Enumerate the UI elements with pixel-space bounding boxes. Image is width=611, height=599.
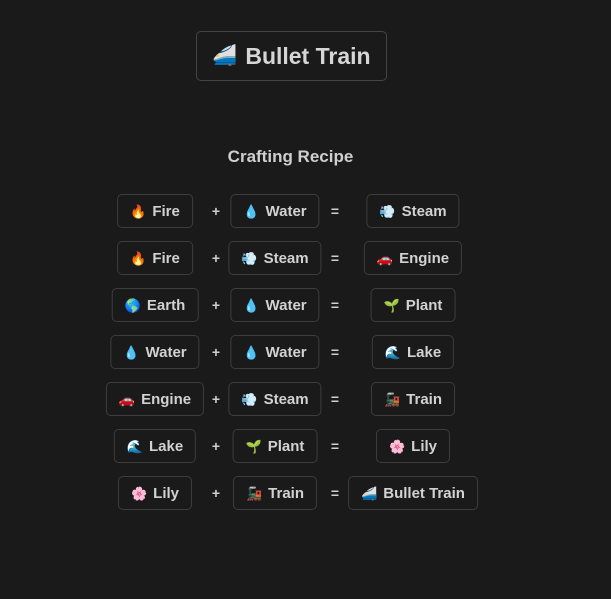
recipe-row: 🌎 Earth + 💧 Water = 🌱 Plant: [0, 288, 611, 322]
ingredient-a-chip[interactable]: 🌎 Earth: [111, 288, 199, 322]
ingredient-a-chip[interactable]: 🚗 Engine: [105, 382, 205, 416]
water-drop-icon: 💧: [123, 344, 140, 360]
steam-icon: 💨: [379, 203, 396, 219]
ingredient-a-chip[interactable]: 🔥 Fire: [117, 241, 193, 275]
element-label: Steam: [263, 390, 309, 408]
recipe-row: 🔥 Fire + 💨 Steam = 🚗 Engine: [0, 241, 611, 275]
element-label: Engine: [399, 249, 450, 267]
recipe-row: 🔥 Fire + 💧 Water = 💨 Steam: [0, 194, 611, 228]
bullet-train-icon: 🚄: [212, 45, 238, 67]
plus-sign: +: [211, 203, 221, 219]
crafting-recipe-heading: Crafting Recipe: [227, 147, 354, 166]
element-label: Lake: [406, 343, 442, 361]
equals-sign: =: [330, 297, 340, 313]
plus-sign: +: [211, 344, 221, 360]
element-label: Earth: [146, 296, 186, 314]
seedling-icon: 🌱: [383, 297, 400, 313]
equals-sign: =: [330, 250, 340, 266]
locomotive-icon: 🚂: [383, 391, 401, 407]
plus-sign: +: [211, 438, 221, 454]
ingredient-b-chip[interactable]: 💧 Water: [230, 288, 320, 322]
plus-sign: +: [211, 297, 221, 313]
water-drop-icon: 💧: [243, 297, 260, 313]
plus-sign: +: [211, 250, 221, 266]
result-chip[interactable]: 🚂 Train: [370, 382, 456, 416]
recipe-row: 🚗 Engine + 💨 Steam = 🚂 Train: [0, 382, 611, 416]
element-label: Steam: [263, 249, 309, 267]
result-chip[interactable]: 🌊 Lake: [371, 335, 455, 369]
element-label: Plant: [267, 437, 305, 455]
wave-icon: 🌊: [126, 438, 143, 454]
equals-sign: =: [330, 485, 340, 501]
ingredient-a-chip[interactable]: 🔥 Fire: [117, 194, 193, 228]
result-title-label: Bullet Train: [245, 42, 371, 69]
result-chip[interactable]: 🌱 Plant: [370, 288, 456, 322]
ingredient-b-chip[interactable]: 💨 Steam: [228, 382, 322, 416]
seedling-icon: 🌱: [245, 438, 262, 454]
recipe-row: 💧 Water + 💧 Water = 🌊 Lake: [0, 335, 611, 369]
result-chip[interactable]: 🌸 Lily: [375, 429, 451, 463]
cherry-blossom-icon: 🌸: [388, 438, 406, 454]
cherry-blossom-icon: 🌸: [130, 485, 148, 501]
steam-icon: 💨: [241, 391, 258, 407]
water-drop-icon: 💧: [243, 344, 260, 360]
plus-sign: +: [211, 485, 221, 501]
equals-sign: =: [330, 391, 340, 407]
result-title: 🚄 Bullet Train: [196, 31, 387, 81]
element-label: Train: [406, 390, 443, 408]
element-label: Bullet Train: [383, 484, 465, 502]
element-label: Plant: [405, 296, 443, 314]
element-label: Fire: [152, 202, 180, 220]
result-chip[interactable]: 💨 Steam: [366, 194, 460, 228]
ingredient-a-chip[interactable]: 🌸 Lily: [117, 476, 193, 510]
element-label: Fire: [152, 249, 180, 267]
ingredient-a-chip[interactable]: 🌊 Lake: [113, 429, 197, 463]
ingredient-b-chip[interactable]: 💨 Steam: [228, 241, 322, 275]
equals-sign: =: [330, 203, 340, 219]
fire-icon: 🔥: [130, 250, 147, 266]
element-label: Steam: [401, 202, 447, 220]
ingredient-b-chip[interactable]: 🌱 Plant: [232, 429, 318, 463]
element-label: Water: [265, 202, 307, 220]
car-icon: 🚗: [376, 250, 394, 266]
element-label: Water: [265, 296, 307, 314]
result-chip[interactable]: 🚗 Engine: [363, 241, 463, 275]
element-label: Engine: [141, 390, 192, 408]
element-label: Lily: [411, 437, 438, 455]
result-chip[interactable]: 🚄 Bullet Train: [348, 476, 478, 510]
globe-icon: 🌎: [124, 297, 141, 313]
element-label: Lily: [153, 484, 180, 502]
water-drop-icon: 💧: [243, 203, 260, 219]
recipe-row: 🌸 Lily + 🚂 Train = 🚄 Bullet Train: [0, 476, 611, 510]
ingredient-b-chip[interactable]: 💧 Water: [230, 194, 320, 228]
wave-icon: 🌊: [384, 344, 401, 360]
car-icon: 🚗: [118, 391, 136, 407]
element-label: Lake: [148, 437, 184, 455]
plus-sign: +: [211, 391, 221, 407]
bullet-train-icon: 🚄: [361, 485, 378, 501]
equals-sign: =: [330, 438, 340, 454]
ingredient-a-chip[interactable]: 💧 Water: [110, 335, 200, 369]
ingredient-b-chip[interactable]: 🚂 Train: [232, 476, 318, 510]
locomotive-icon: 🚂: [245, 485, 263, 501]
equals-sign: =: [330, 344, 340, 360]
ingredient-b-chip[interactable]: 💧 Water: [230, 335, 320, 369]
recipe-page: 🚄 Bullet Train Crafting Recipe 🔥 Fire + 💧 Wa…: [0, 0, 611, 599]
fire-icon: 🔥: [130, 203, 147, 219]
element-label: Water: [265, 343, 307, 361]
steam-icon: 💨: [241, 250, 258, 266]
element-label: Train: [268, 484, 305, 502]
recipe-row: 🌊 Lake + 🌱 Plant = 🌸 Lily: [0, 429, 611, 463]
element-label: Water: [145, 343, 187, 361]
